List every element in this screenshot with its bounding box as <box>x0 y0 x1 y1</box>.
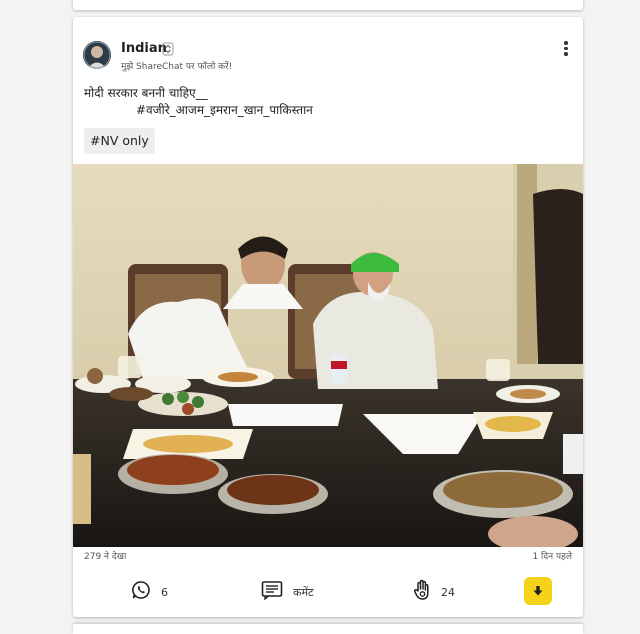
author-name[interactable]: Indian <box>121 41 167 56</box>
comment-button[interactable]: कमेंट <box>261 581 314 603</box>
follow-hint[interactable]: मुझे ShareChat पर फॉलो करें! <box>121 59 232 72</box>
post-caption: मोदी सरकार बननी चाहिए__ #वजीरे_आजम_इमरान… <box>84 85 313 119</box>
comment-icon <box>261 580 283 604</box>
caption-line-1: मोदी सरकार बननी चाहिए__ <box>84 86 208 100</box>
download-button[interactable] <box>524 577 552 605</box>
whatsapp-share-count: 6 <box>161 585 168 599</box>
post-time: 1 दिन पहले <box>532 552 572 562</box>
more-vertical-icon[interactable] <box>563 41 569 59</box>
caption-hashtag[interactable]: #वजीरे_आजम_इमरान_खान_पाकिस्तान <box>84 102 313 119</box>
download-icon <box>532 582 544 601</box>
author-avatar[interactable] <box>83 41 111 69</box>
view-count: 279 ने देखा <box>84 552 127 562</box>
like-count: 24 <box>441 585 455 599</box>
whatsapp-icon <box>131 580 151 604</box>
next-post-card <box>73 624 583 634</box>
post-card: Indian मुझे ShareChat पर फॉलो करें! मोदी… <box>73 17 583 617</box>
comment-label: कमेंट <box>293 585 314 599</box>
like-button[interactable]: 24 <box>413 579 455 605</box>
post-stats: 279 ने देखा 1 दिन पहले <box>84 549 572 562</box>
previous-post-card <box>73 0 583 10</box>
like-hand-icon <box>413 579 431 605</box>
verified-badge-icon <box>162 41 174 56</box>
whatsapp-share-button[interactable]: 6 <box>131 581 168 603</box>
post-image[interactable] <box>73 164 583 552</box>
post-header: Indian मुझे ShareChat पर फॉलो करें! <box>73 17 583 87</box>
tag-chip[interactable]: #NV only <box>84 128 155 154</box>
action-bar: 6 कमेंट 24 <box>73 573 583 613</box>
